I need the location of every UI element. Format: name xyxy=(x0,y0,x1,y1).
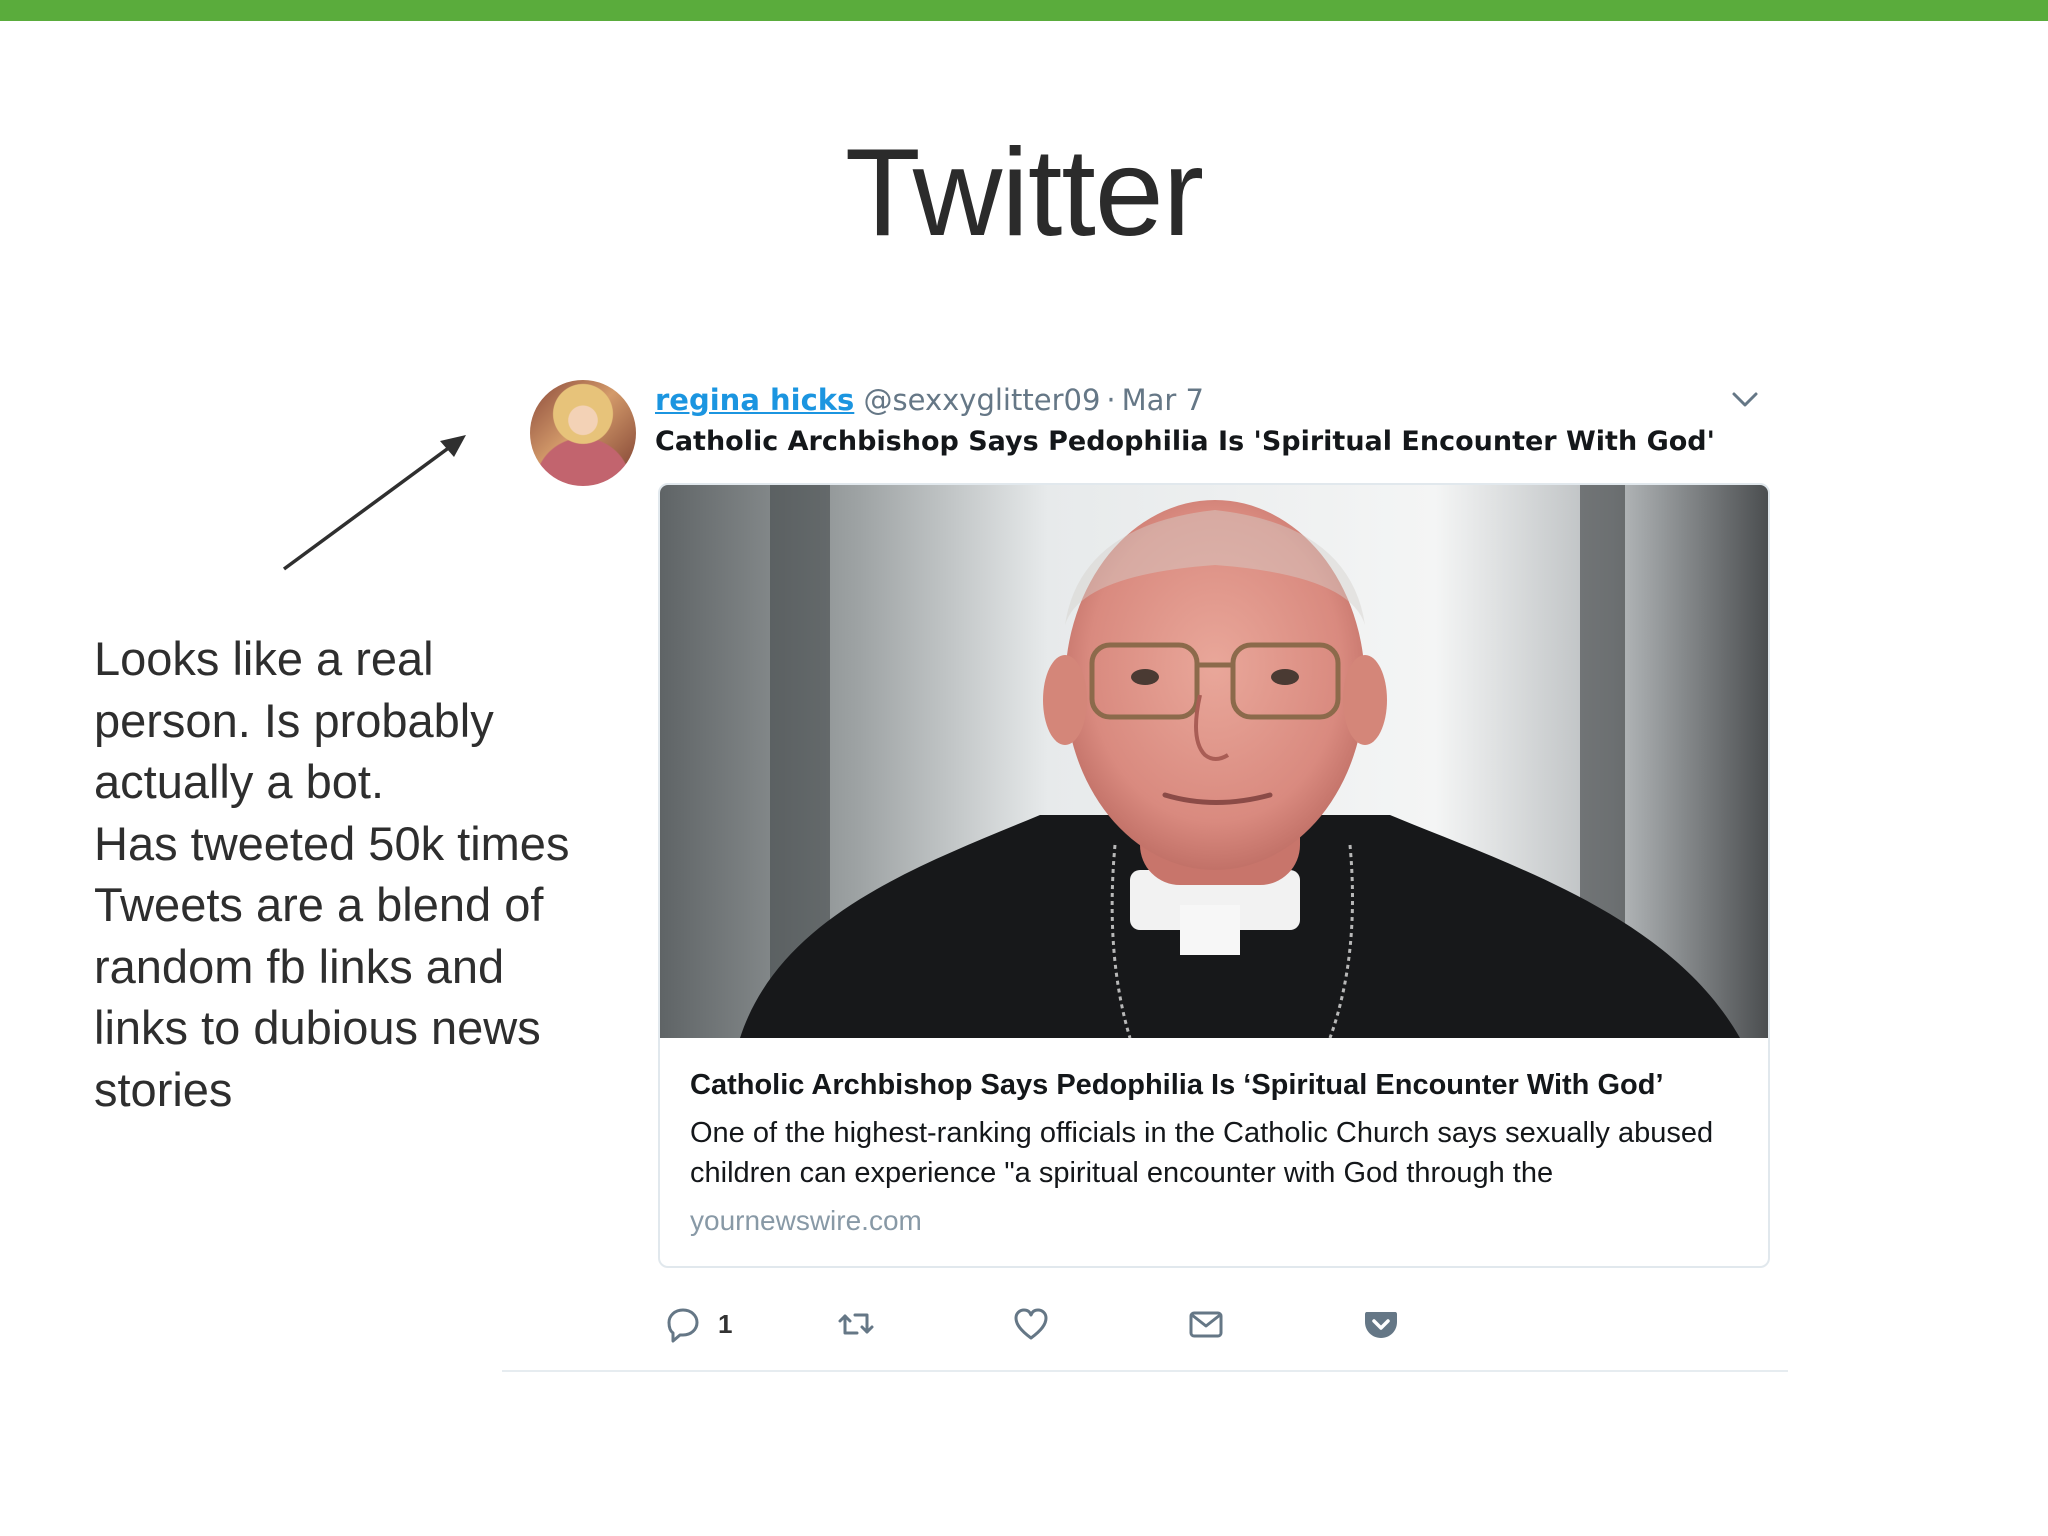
tweet-date[interactable]: Mar 7 xyxy=(1122,383,1204,417)
tweet-text: Catholic Archbishop Says Pedophilia Is '… xyxy=(655,426,1715,457)
user-handle[interactable]: @sexxyglitter09 xyxy=(864,383,1101,417)
tweet: regina hicks @sexxyglitter09 · Mar 7 Catho… xyxy=(502,370,1788,1375)
slide-title: Twitter xyxy=(844,124,1204,262)
envelope-icon xyxy=(1189,1311,1223,1338)
link-preview-card[interactable]: Catholic Archbishop Says Pedophilia Is ‘… xyxy=(658,483,1770,1268)
tweet-actions: 1 xyxy=(502,1302,1788,1346)
retweet-icon xyxy=(838,1313,874,1335)
heart-icon xyxy=(1014,1308,1048,1340)
slide-accent-bar xyxy=(0,0,2048,21)
retweet-button[interactable] xyxy=(837,1302,875,1346)
like-button[interactable] xyxy=(1012,1302,1050,1346)
user-avatar[interactable] xyxy=(530,380,636,486)
direct-message-button[interactable] xyxy=(1187,1302,1225,1346)
reply-button[interactable]: 1 xyxy=(664,1302,732,1346)
chevron-down-icon[interactable] xyxy=(1730,384,1760,414)
header-separator: · xyxy=(1106,383,1116,417)
archbishop-photo xyxy=(660,485,1768,1038)
card-title: Catholic Archbishop Says Pedophilia Is ‘… xyxy=(690,1069,1664,1101)
tweet-header: regina hicks @sexxyglitter09 · Mar 7 xyxy=(655,380,1204,420)
pocket-icon xyxy=(1365,1312,1397,1338)
reply-icon xyxy=(667,1308,699,1343)
annotation-arrow xyxy=(282,435,466,571)
pocket-button[interactable] xyxy=(1362,1302,1400,1346)
card-domain: yournewswire.com xyxy=(690,1205,922,1236)
reply-count: 1 xyxy=(718,1308,733,1339)
tweet-divider xyxy=(502,1370,1788,1372)
user-name-link[interactable]: regina hicks xyxy=(655,383,854,417)
card-body: Catholic Archbishop Says Pedophilia Is ‘… xyxy=(690,1065,1750,1239)
card-description: One of the highest-ranking officials in … xyxy=(690,1117,1714,1189)
